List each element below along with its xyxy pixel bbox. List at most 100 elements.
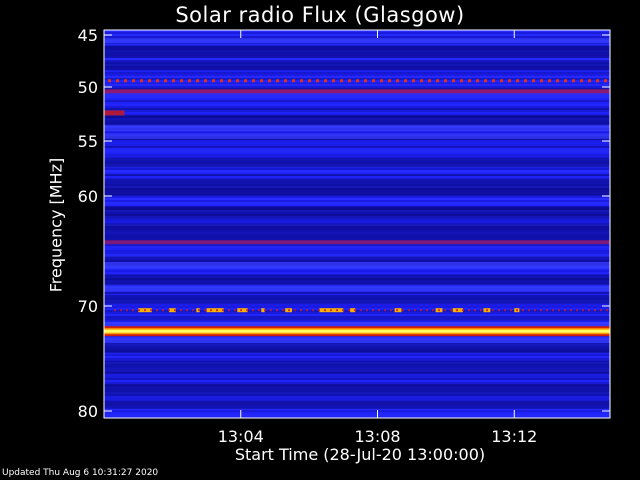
spectrogram-dot xyxy=(292,79,295,83)
spectrogram-dot xyxy=(332,79,335,83)
spectrogram-dark-band xyxy=(104,342,610,354)
spectrogram-dot xyxy=(114,309,116,312)
spectrogram-dot xyxy=(174,309,176,312)
spectrogram-dark-band xyxy=(104,223,610,242)
spectrogram-dot xyxy=(402,309,404,312)
spectrogram-row xyxy=(104,36,610,38)
spectrogram-dot xyxy=(312,309,314,312)
spectrogram-dot xyxy=(342,309,344,312)
spectrogram-dot xyxy=(372,79,375,83)
spectrogram-dot xyxy=(498,309,500,312)
spectrogram-dot xyxy=(116,79,119,83)
spectrogram-dot xyxy=(308,79,311,83)
spectrogram-dot xyxy=(120,309,122,312)
spectrogram-row xyxy=(104,142,610,144)
spectrogram-row xyxy=(104,396,610,398)
y-tick-label: 80 xyxy=(78,402,98,421)
spectrogram-dot xyxy=(420,79,423,83)
spectrogram-dot xyxy=(492,79,495,83)
spectrogram-row xyxy=(104,140,610,142)
spectrogram-dot xyxy=(540,79,543,83)
spectrogram-dot xyxy=(294,309,296,312)
spectrogram-dot xyxy=(492,309,494,312)
spectrogram-dot xyxy=(148,79,151,83)
spectrogram-dot xyxy=(228,309,230,312)
spectrogram-dot xyxy=(180,309,182,312)
spectrogram-row xyxy=(104,356,610,358)
spectrogram-dot xyxy=(282,309,284,312)
spectrogram-dot xyxy=(606,309,608,312)
spectrogram-dot xyxy=(540,309,542,312)
y-tick-label: 70 xyxy=(78,297,98,316)
spectrogram-dot xyxy=(388,79,391,83)
y-tick-label: 45 xyxy=(78,26,98,45)
y-tick-label: 50 xyxy=(78,78,98,97)
spectrogram-dot xyxy=(196,79,199,83)
spectrogram-dot xyxy=(444,79,447,83)
spectrogram-light-band xyxy=(104,286,610,292)
spectrogram-dot xyxy=(444,309,446,312)
spectrogram-dot xyxy=(222,309,224,312)
spectrogram-dot xyxy=(404,79,407,83)
spectrogram-dark-band xyxy=(104,207,610,218)
spectrogram-dot xyxy=(198,309,200,312)
spectrogram-dot xyxy=(324,79,327,83)
spectrogram-dot xyxy=(366,309,368,312)
spectrogram-row xyxy=(104,318,610,320)
spectrogram-row xyxy=(104,376,610,378)
spectrogram-light-band xyxy=(104,262,610,269)
spectrogram-dot xyxy=(204,309,206,312)
spectrogram-dot xyxy=(348,309,350,312)
spectrogram-dot xyxy=(564,79,567,83)
spectrogram-row xyxy=(104,378,610,380)
x-axis-label: Start Time (28-Jul-20 13:00:00) xyxy=(234,445,486,464)
spectrogram-dot xyxy=(360,309,362,312)
spectrogram-dot xyxy=(476,79,479,83)
spectrogram-dot xyxy=(546,309,548,312)
spectrogram-row xyxy=(104,250,610,252)
spectrogram-dot xyxy=(504,309,506,312)
spectrogram-dot xyxy=(572,79,575,83)
spectrogram-dot xyxy=(162,309,164,312)
spectrogram-row xyxy=(104,320,610,322)
spectrogram-row xyxy=(104,98,610,100)
spectrogram-dot xyxy=(396,79,399,83)
spectrogram-dot xyxy=(354,309,356,312)
spectrogram-dot xyxy=(316,79,319,83)
spectrogram-dot xyxy=(462,309,464,312)
spectrogram-dot xyxy=(252,309,254,312)
spectrogram-row xyxy=(104,76,610,78)
spectrogram-dot xyxy=(456,309,458,312)
spectrogram-dot xyxy=(420,309,422,312)
spectrogram-row xyxy=(104,380,610,382)
y-tick-label: 60 xyxy=(78,187,98,206)
spectrogram-dot xyxy=(588,79,591,83)
spectrogram-dot xyxy=(240,309,242,312)
spectrogram-row xyxy=(104,292,610,294)
spectrogram-dot xyxy=(438,309,440,312)
spectrogram-dot xyxy=(300,79,303,83)
spectrogram-row xyxy=(104,204,610,206)
spectrogram-dot xyxy=(330,309,332,312)
spectrogram-dot xyxy=(596,79,599,83)
spectrogram-dot xyxy=(164,79,167,83)
spectrogram-row xyxy=(104,84,610,86)
spectrogram-dot xyxy=(468,309,470,312)
spectrogram-dot xyxy=(234,309,236,312)
spectrogram-dot xyxy=(580,79,583,83)
spectrogram-dot xyxy=(548,79,551,83)
updated-timestamp: Updated Thu Aug 6 10:31:27 2020 xyxy=(2,468,159,478)
spectrogram-dot xyxy=(384,309,386,312)
spectrogram-dot xyxy=(288,309,290,312)
spectrogram-dot xyxy=(432,309,434,312)
spectrogram-burst xyxy=(394,308,402,313)
spectrogram-row xyxy=(104,394,610,396)
spectrogram-row xyxy=(104,412,610,414)
spectrogram-row xyxy=(104,104,610,106)
spectrogram-dot xyxy=(428,79,431,83)
spectrogram-row xyxy=(104,152,610,154)
spectrogram-dark-band xyxy=(104,360,610,374)
spectrogram-dot xyxy=(600,309,602,312)
y-tick-label: 55 xyxy=(78,132,98,151)
spectrogram-dot xyxy=(132,79,135,83)
